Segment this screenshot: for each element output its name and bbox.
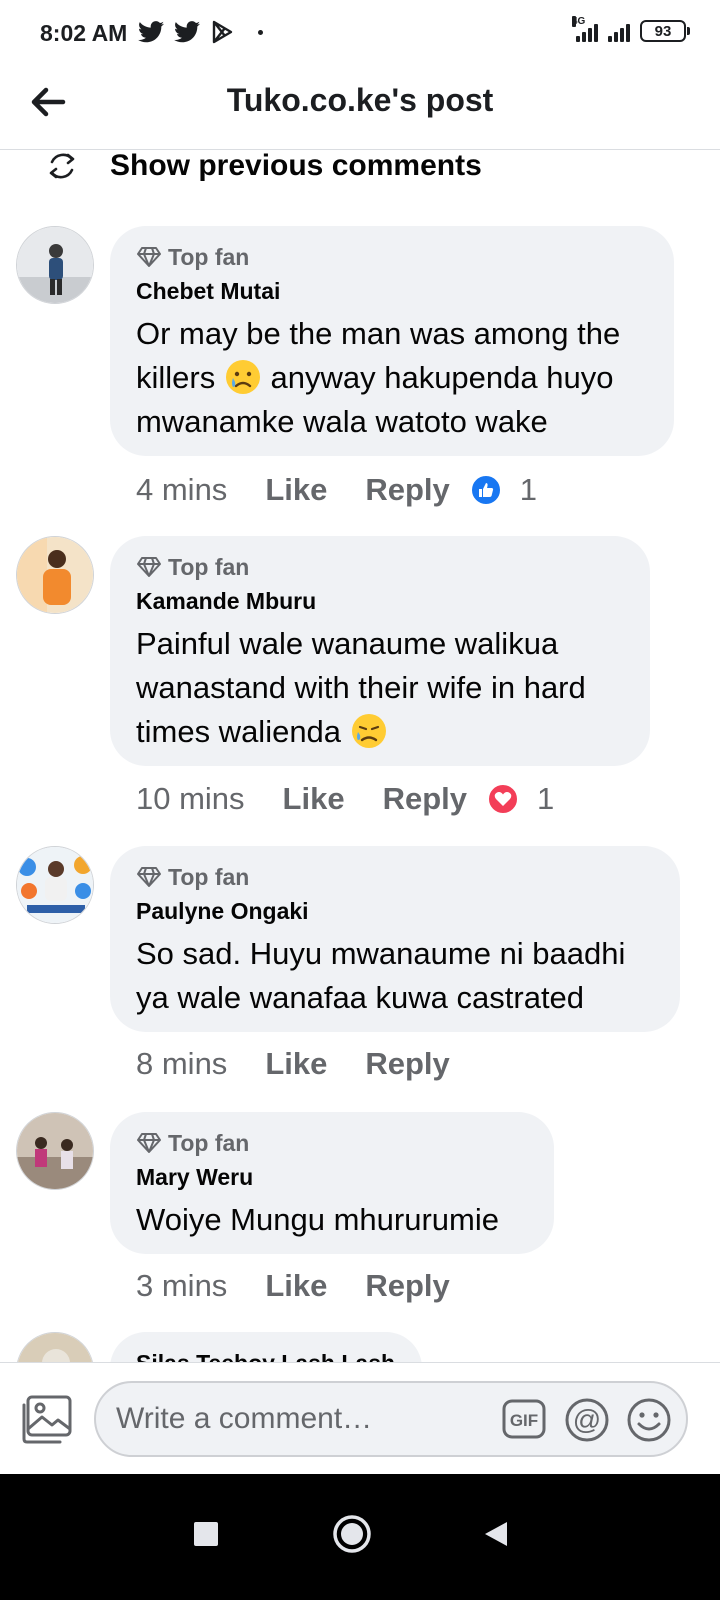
top-fan-badge: Top fan (136, 242, 648, 272)
top-fan-label: Top fan (168, 553, 250, 580)
comment-text: Or may be the man was among the killers … (136, 312, 648, 444)
comment-bubble[interactable]: Top fan Mary Weru Woiye Mungu mhururumie (110, 1112, 554, 1254)
top-fan-badge: Top fan (136, 552, 624, 582)
facebook-post-comments-screen: 8:02 AM 4G 93 Tuko.co.ke's post Show pre… (0, 0, 720, 1600)
page-title: Tuko.co.ke's post (226, 82, 494, 118)
refresh-icon (49, 153, 75, 179)
photo-icon (22, 1395, 72, 1444)
comment-bubble[interactable]: Top fan Paulyne Ongaki So sad. Huyu mwan… (110, 846, 680, 1032)
comment-time[interactable]: 8 mins (136, 1046, 227, 1082)
top-fan-label: Top fan (168, 1129, 250, 1156)
back-nav-button[interactable] (466, 1504, 526, 1564)
top-fan-label: Top fan (168, 863, 250, 890)
twitter-icon (138, 21, 164, 43)
comment-author[interactable]: Mary Weru (136, 1164, 528, 1192)
photo-button[interactable] (20, 1395, 74, 1445)
system-icons: 4G 93 (572, 16, 690, 42)
comment-composer: GIF @ (0, 1362, 720, 1474)
reply-button[interactable]: Reply (365, 1268, 449, 1304)
love-reaction-icon (487, 783, 519, 815)
avatar-photo (17, 847, 93, 923)
reply-button[interactable]: Reply (365, 1046, 449, 1082)
twitter-icon (174, 21, 200, 43)
comment-author[interactable]: Paulyne Ongaki (136, 898, 654, 926)
avatar-photo (17, 227, 93, 303)
reply-button[interactable]: Reply (365, 472, 449, 508)
diamond-icon (137, 867, 161, 887)
comment-text: So sad. Huyu mwanaume ni baadhi ya wale … (136, 936, 626, 1015)
comment-time[interactable]: 3 mins (136, 1268, 227, 1304)
avatar[interactable] (16, 1112, 94, 1190)
like-reaction-icon (469, 474, 502, 506)
signal-icon: 4G (572, 16, 598, 42)
like-button[interactable]: Like (265, 1268, 327, 1304)
comment-actions: 10 mins Like Reply 1 (136, 779, 554, 819)
comment-text: Painful wale wanaume walikua wanastand w… (136, 622, 624, 754)
sad-sweat-emoji (351, 714, 386, 748)
play-store-icon (212, 20, 233, 44)
mention-button[interactable]: @ (564, 1397, 610, 1443)
emoji-button[interactable] (626, 1397, 672, 1443)
mention-icon: @ (565, 1398, 609, 1442)
avatar[interactable] (16, 536, 94, 614)
reaction-summary[interactable]: 1 (487, 781, 554, 817)
comment-bubble[interactable]: Top fan Kamande Mburu Painful wale wanau… (110, 536, 650, 766)
notification-icons (138, 20, 263, 44)
status-bar: 8:02 AM 4G 93 (0, 0, 720, 66)
avatar[interactable] (16, 226, 94, 304)
gif-button[interactable]: GIF (502, 1399, 546, 1439)
battery-level: 93 (654, 22, 672, 40)
status-time: 8:02 AM (40, 20, 128, 46)
mention-label: @ (573, 1404, 601, 1435)
square-icon (194, 1522, 218, 1546)
comment-author[interactable]: Chebet Mutai (136, 278, 648, 306)
like-button[interactable]: Like (265, 1046, 327, 1082)
reaction-count: 1 (519, 472, 538, 507)
show-previous-comments-button[interactable]: Show previous comments (44, 150, 482, 182)
reaction-count: 1 (537, 781, 555, 816)
network-type: 4G (572, 16, 586, 27)
show-previous-comments-label: Show previous comments (110, 150, 482, 182)
top-fan-label: Top fan (168, 243, 250, 270)
comment-text: Woiye Mungu mhururumie (136, 1202, 499, 1237)
comment-input-container: GIF @ (94, 1381, 688, 1457)
post-header: Tuko.co.ke's post (0, 66, 720, 150)
avatar-photo (17, 537, 93, 613)
comment-author[interactable]: Kamande Mburu (136, 588, 624, 616)
like-button[interactable]: Like (283, 781, 345, 817)
more-notifications-dot (258, 29, 263, 35)
comment-time[interactable]: 4 mins (136, 472, 227, 508)
diamond-icon (137, 247, 161, 267)
top-fan-badge: Top fan (136, 862, 654, 892)
signal-icon (608, 20, 630, 42)
comment-actions: 3 mins Like Reply (136, 1266, 450, 1306)
comment-actions: 8 mins Like Reply (136, 1044, 450, 1084)
home-button[interactable] (322, 1504, 382, 1564)
top-fan-badge: Top fan (136, 1128, 528, 1158)
reaction-summary[interactable]: 1 (469, 472, 538, 508)
comment-actions: 4 mins Like Reply 1 (136, 470, 537, 510)
gif-label: GIF (510, 1411, 538, 1430)
comment-input[interactable] (116, 1383, 496, 1455)
diamond-icon (137, 557, 161, 577)
smiley-icon (627, 1398, 671, 1442)
sad-tear-emoji (225, 360, 260, 394)
like-button[interactable]: Like (265, 472, 327, 508)
battery-icon: 93 (640, 20, 690, 42)
system-navigation-bar (0, 1474, 720, 1600)
diamond-icon (137, 1133, 161, 1153)
comments-feed[interactable]: Show previous comments Top fan Chebet Mu… (0, 150, 720, 1392)
avatar[interactable] (16, 846, 94, 924)
avatar-photo (17, 1113, 93, 1189)
recent-apps-button[interactable] (176, 1504, 236, 1564)
comment-bubble[interactable]: Top fan Chebet Mutai Or may be the man w… (110, 226, 674, 456)
reply-button[interactable]: Reply (383, 781, 467, 817)
circle-icon (333, 1515, 371, 1553)
comment-time[interactable]: 10 mins (136, 781, 245, 817)
gif-icon: GIF (502, 1399, 546, 1439)
triangle-back-icon (485, 1522, 507, 1546)
